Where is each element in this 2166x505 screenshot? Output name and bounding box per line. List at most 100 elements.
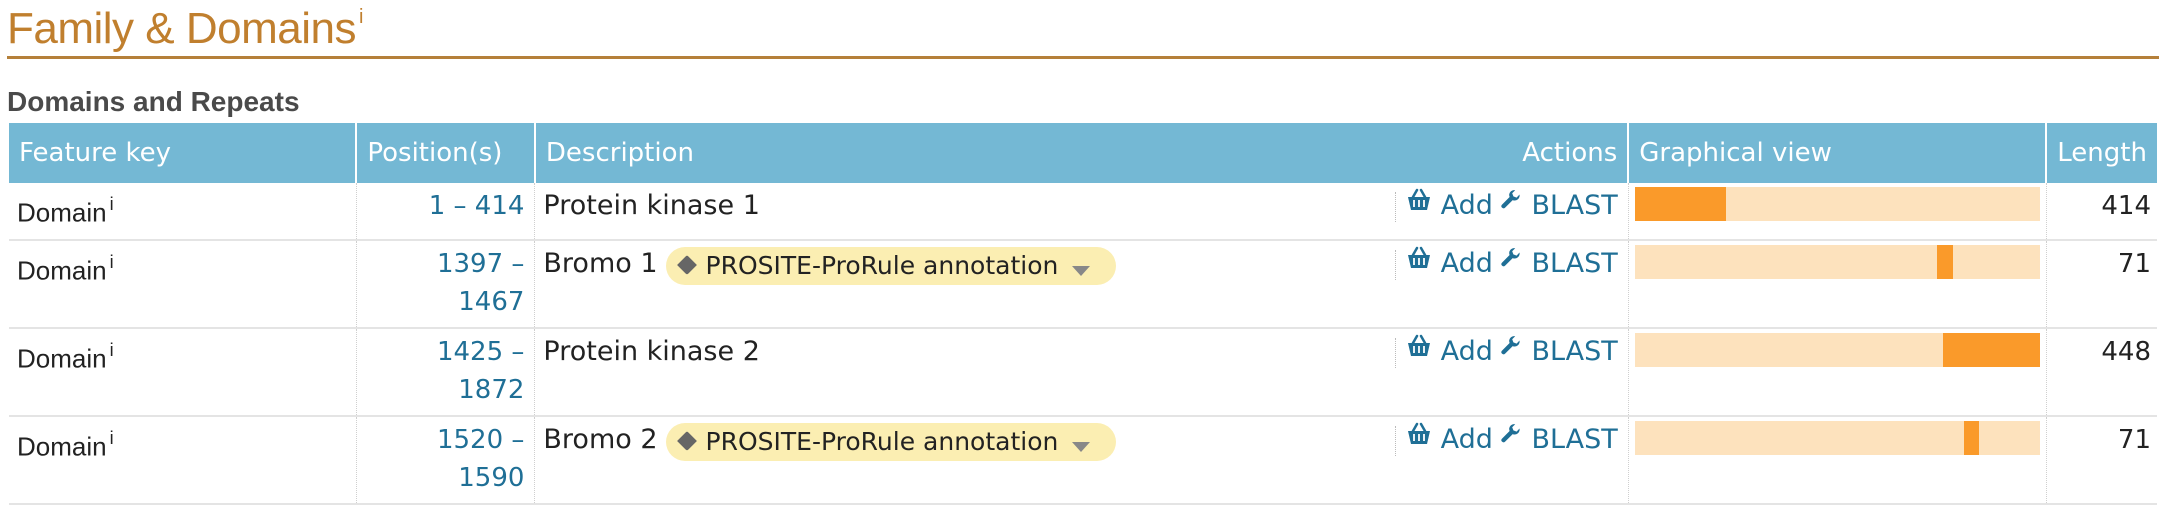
graphical-view-cell [1628,416,2047,505]
info-icon[interactable]: i [359,6,363,28]
wrench-icon [1499,243,1523,281]
basket-icon [1406,419,1432,457]
add-label: Add [1440,336,1493,367]
position-cell: 1397 – 1467 [356,240,536,329]
chevron-down-icon[interactable] [1072,442,1091,452]
annotation-badge[interactable]: PROSITE-ProRule annotation [665,423,1117,461]
domain-bar[interactable] [1963,421,1980,455]
sequence-track [1634,333,2040,367]
blast-label: BLAST [1531,190,1618,221]
basket-icon [1406,185,1432,223]
position-end[interactable]: 1590 [458,463,524,493]
blast-label: BLAST [1531,336,1618,367]
position-link[interactable]: 1 – 414 [429,191,525,221]
position-end[interactable]: 1872 [458,375,524,405]
graphical-view-cell [1628,328,2047,417]
add-label: Add [1440,248,1493,279]
divider [1395,425,1397,456]
graphical-view-cell [1628,183,2047,241]
add-label: Add [1440,190,1493,221]
info-icon[interactable]: i [110,252,114,272]
description-cell: Bromo 1 PROSITE-ProRule annotation Add BL… [534,240,1629,329]
description-text: Bromo 1 [543,248,658,279]
position-link[interactable]: 1425 – [437,337,524,367]
description-text: Protein kinase 1 [543,190,760,221]
length-cell: 71 [2046,416,2157,505]
add-button[interactable]: Add [1406,187,1493,226]
header-description-actions: Description Actions [534,123,1630,183]
actions-group: Add BLAST [1395,421,1618,460]
feature-key: Domain [17,197,107,228]
feature-key-cell: Domain i [9,416,357,505]
actions-group: Add BLAST [1395,187,1618,226]
sequence-track [1634,421,2040,455]
table-header-row: Feature key Position(s) Description Acti… [9,123,2157,183]
feature-key: Domain [17,431,107,462]
header-actions: Actions [1522,138,1618,168]
header-graphical-view: Graphical view [1628,123,2048,183]
table-row: Domain i 1397 – 1467 Bromo 1 PROSITE-ProRule … [9,240,2157,329]
add-label: Add [1440,424,1493,455]
annotation-label: PROSITE-ProRule annotation [705,251,1059,280]
table-row: Domain i 1 – 414 Protein kinase 1 Add BLAST… [9,183,2157,241]
feature-key-cell: Domain i [9,183,357,241]
position-link[interactable]: 1397 – [437,249,524,279]
description-text: Bromo 2 [543,424,658,455]
add-button[interactable]: Add [1406,333,1493,372]
blast-button[interactable]: BLAST [1499,333,1618,372]
description-text: Protein kinase 2 [543,336,760,367]
position-link[interactable]: 1520 – [437,425,524,455]
feature-key-cell: Domain i [9,240,357,329]
subsection-title: Domains and Repeats [7,86,300,117]
actions-group: Add BLAST [1395,245,1618,284]
blast-button[interactable]: BLAST [1499,421,1618,460]
feature-key-cell: Domain i [9,328,357,417]
divider [1395,337,1397,368]
domain-bar[interactable] [1943,333,2040,367]
position-cell: 1520 – 1590 [356,416,536,505]
description-cell: Bromo 2 PROSITE-ProRule annotation Add BL… [534,416,1629,505]
add-button[interactable]: Add [1406,421,1493,460]
domains-table: Feature key Position(s) Description Acti… [9,123,2157,505]
divider [1395,191,1397,222]
feature-key: Domain [17,255,107,286]
feature-key: Domain [17,343,107,374]
blast-label: BLAST [1531,424,1618,455]
tag-icon [676,431,697,451]
basket-icon [1406,243,1432,281]
length-cell: 71 [2046,240,2157,329]
section-title: Family & Domains i [7,4,363,54]
position-end[interactable]: 1467 [458,287,524,317]
info-icon[interactable]: i [110,340,114,360]
divider [1395,249,1397,280]
header-description[interactable]: Description [546,138,694,168]
header-feature-key[interactable]: Feature key [9,123,358,183]
position-cell: 1425 – 1872 [356,328,536,417]
wrench-icon [1499,185,1523,223]
wrench-icon [1499,331,1523,369]
description-cell: Protein kinase 1 Add BLAST [534,183,1629,241]
basket-icon [1406,331,1432,369]
length-cell: 448 [2046,328,2157,417]
domain-bar[interactable] [1936,245,1953,279]
header-length[interactable]: Length [2046,123,2157,183]
actions-group: Add BLAST [1395,333,1618,372]
info-icon[interactable]: i [110,194,114,214]
blast-button[interactable]: BLAST [1499,245,1618,284]
table-row: Domain i 1425 – 1872 Protein kinase 2 Add BL… [9,328,2157,417]
position-cell: 1 – 414 [356,183,536,241]
info-icon[interactable]: i [110,428,114,448]
add-button[interactable]: Add [1406,245,1493,284]
header-positions[interactable]: Position(s) [356,123,536,183]
domain-bar[interactable] [1634,187,1727,221]
sequence-track [1634,245,2040,279]
blast-button[interactable]: BLAST [1499,187,1618,226]
wrench-icon [1499,419,1523,457]
tag-icon [676,255,697,275]
annotation-label: PROSITE-ProRule annotation [705,427,1059,456]
sequence-track [1634,187,2040,221]
annotation-badge[interactable]: PROSITE-ProRule annotation [665,247,1117,285]
chevron-down-icon[interactable] [1072,266,1091,276]
graphical-view-cell [1628,240,2047,329]
section-header: Family & Domains i [7,0,2159,59]
